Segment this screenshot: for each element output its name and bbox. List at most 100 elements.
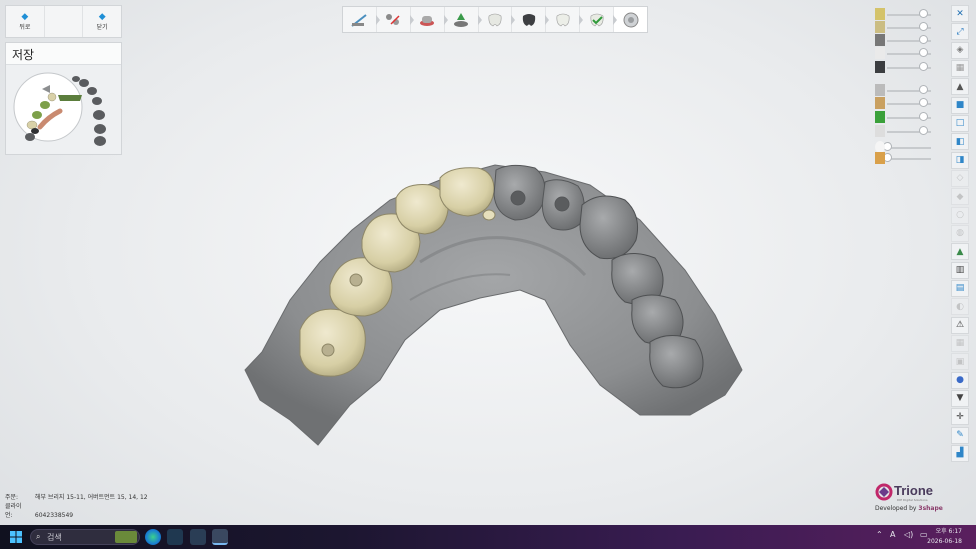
transparency-button[interactable]: ◍ [951,224,969,242]
tooth-library-button[interactable]: ◐ [951,298,969,316]
edge-browser-icon[interactable] [145,529,161,545]
abutment-visibility-icon [875,97,885,109]
scan-view-button[interactable]: ▦ [951,59,969,77]
opacity-slider-1[interactable] [875,7,931,21]
heatmap-button[interactable]: ● [951,371,969,389]
implant-visibility-icon [875,84,885,96]
section-button[interactable]: ◆ [951,188,969,206]
trione-logo-icon [875,483,893,501]
search-placeholder: 검색 [47,533,62,542]
scan-view-icon: ▦ [955,63,965,74]
app-icon-1[interactable] [167,529,183,545]
client-row: 클라이언: 6042338549 [5,502,148,520]
warning-button[interactable]: ⚠ [951,316,969,334]
opacity-slider-8[interactable] [875,110,931,124]
opacity-slider-6[interactable] [875,83,931,97]
thickness-icon: ▼ [956,393,964,404]
tooth-visibility-icon [875,47,885,59]
grid-button[interactable]: ▦ [951,334,969,352]
grid-icon: ▦ [955,338,965,349]
back-view-icon: □ [955,118,965,129]
heatmap-icon: ● [956,375,964,386]
thickness-button[interactable]: ▼ [951,389,969,407]
search-icon: ⌕ [36,532,41,541]
pen-tool-button[interactable]: ✎ [951,426,969,444]
order-label: 주문: [5,494,19,501]
transparency-icon: ◍ [956,228,964,239]
measure-icon: ◇ [956,173,964,184]
left-view-button[interactable]: ◧ [951,133,969,151]
opacity-slider-3[interactable] [875,33,931,47]
opacity-slider-5[interactable] [875,60,931,74]
windows-taskbar: ⌕ 검색 ⌃ A ◁) ▭ 오후 6:17 2026-06-18 [0,525,976,549]
clock-date: 2026-06-18 [927,538,962,545]
front-view-icon: ■ [955,100,965,111]
view-options-button[interactable]: ◈ [951,41,969,59]
order-value: 해부 브리지 15-11, 어버트먼트 15, 14, 12 [34,494,148,501]
layers-icon: ▤ [955,283,965,294]
right-view-icon: ◨ [955,155,965,166]
warning-icon: ⚠ [955,320,965,331]
developed-by-prefix: Developed by [875,505,917,512]
app-icon-3[interactable] [212,529,228,545]
margin-visibility-icon [875,152,885,164]
order-row: 주문: 해부 브리지 15-11, 어버트먼트 15, 14, 12 [5,493,148,502]
section-icon: ◆ [956,191,964,202]
snapshot-icon: ▣ [955,356,965,367]
tray-chevron-icon[interactable]: ⌃ [876,530,883,539]
insertion-view-icon: ▲ [956,246,964,257]
right-toolbar: ✕ ⤢ ◈ ▦ ▲ ■ □ ◧ ◨ ◇ ◆ ○ ◍ ▲ ▥ ▤ ◐ ⚠ ▦ ▣ … [951,5,971,463]
front-view-button[interactable]: ■ [951,96,969,114]
tool-visibility-icon [875,125,885,137]
expand-icon: ⤢ [956,26,964,37]
client-label: 클라이언: [5,503,22,519]
taskbar-search[interactable]: ⌕ 검색 [30,529,140,545]
opacity-slider-4[interactable] [875,46,931,60]
axis-icon: ✛ [956,411,964,422]
axis-button[interactable]: ✛ [951,408,969,426]
gingiva-visibility-icon [875,111,885,123]
brand-logo: Trione DIE Digital Solutions Developed b… [874,483,949,515]
scan-visibility-icon [875,61,885,73]
clock-time: 오후 6:17 [935,528,962,535]
bridge-visibility-icon [875,21,885,33]
client-value: 6042338549 [34,512,74,519]
brand-name: Trione [894,483,934,498]
dental-scan-viewport[interactable] [0,0,976,549]
back-view-button[interactable]: □ [951,114,969,132]
crown-visibility-icon [875,8,885,20]
opacity-slider-11[interactable] [875,151,931,165]
occlusion-view-button[interactable]: ▲ [951,78,969,96]
developed-by: Developed by 3shape [875,505,943,512]
brand-subtitle: DIE Digital Solutions [897,498,928,502]
snapshot-button[interactable]: ▣ [951,353,969,371]
cross-section-button[interactable]: ▥ [951,261,969,279]
zoom-button[interactable]: ○ [951,206,969,224]
ime-indicator[interactable]: A [890,530,895,539]
insertion-view-button[interactable]: ▲ [951,243,969,261]
stats-button[interactable]: ▟ [951,444,969,462]
windows-start-icon[interactable] [10,531,22,543]
opacity-slider-7[interactable] [875,96,931,110]
zoom-icon: ○ [956,210,964,221]
opacity-slider-2[interactable] [875,20,931,34]
close-view-button[interactable]: ✕ [951,5,969,22]
occlusion-icon: ▲ [956,81,964,92]
pen-icon: ✎ [956,430,964,441]
right-view-button[interactable]: ◨ [951,151,969,169]
developer-brand: 3shape [918,505,943,512]
order-info: 주문: 해부 브리지 15-11, 어버트먼트 15, 14, 12 클라이언:… [5,493,148,520]
search-highlight-image [115,531,137,543]
left-view-icon: ◧ [955,136,965,147]
volume-icon[interactable]: ◁) [904,530,913,539]
close-icon: ✕ [956,8,964,19]
opacity-slider-9[interactable] [875,124,931,138]
taskbar-clock[interactable]: 오후 6:17 2026-06-18 [927,527,962,547]
layers-button[interactable]: ▤ [951,279,969,297]
app-icon-2[interactable] [190,529,206,545]
cross-section-icon: ▥ [955,265,965,276]
tooth-library-icon: ◐ [956,301,964,312]
fit-view-button[interactable]: ⤢ [951,23,969,41]
measure-button[interactable]: ◇ [951,169,969,187]
antagonist-visibility-icon [875,34,885,46]
